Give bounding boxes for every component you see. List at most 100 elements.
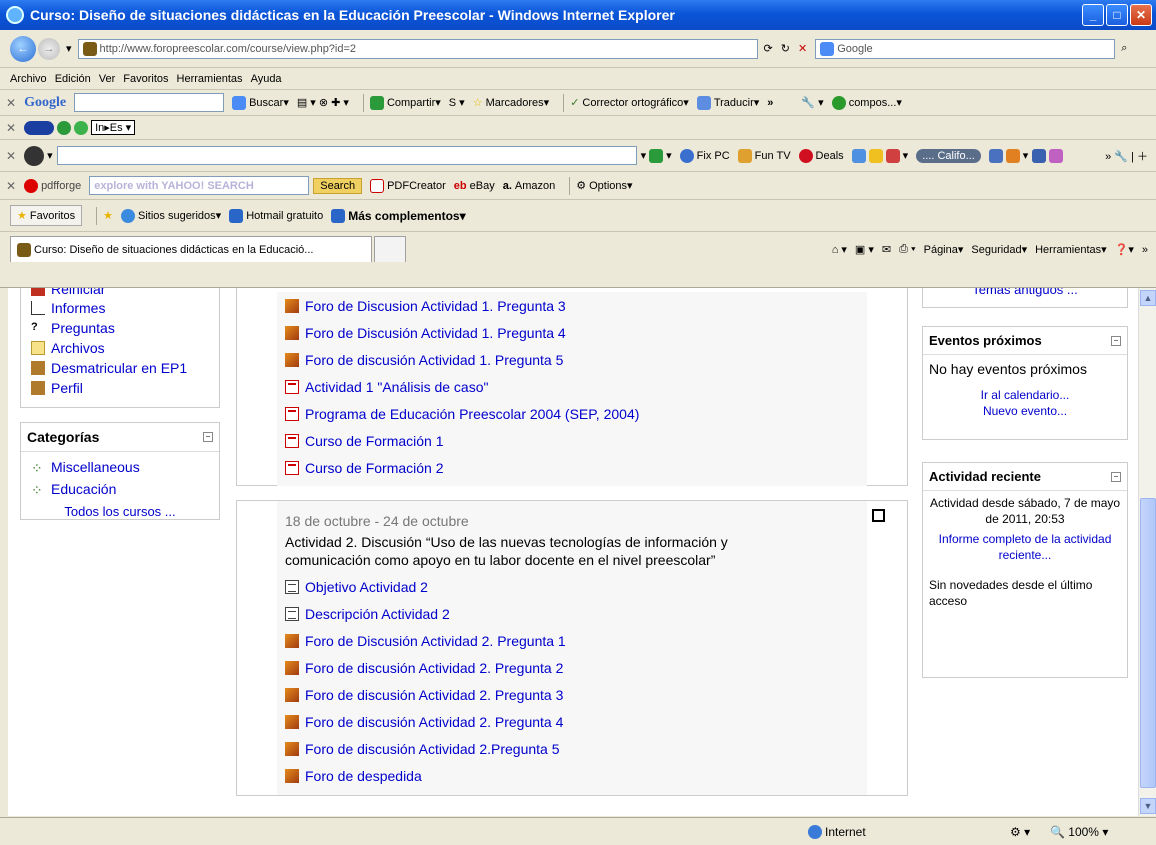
nav-dropdown-icon[interactable]: ▾ <box>66 42 72 55</box>
options-button[interactable]: ⚙ Options ▾ <box>576 179 632 193</box>
stop-icon[interactable]: ✕ <box>798 42 807 55</box>
herramientas-menu[interactable]: Herramientas ▾ <box>1035 243 1107 257</box>
hotmail-link[interactable]: Hotmail gratuito <box>229 208 323 223</box>
week1-item[interactable]: Programa de Educación Preescolar 2004 (S… <box>285 400 867 427</box>
zoom-control[interactable]: 🔍 100% ▾ <box>1050 825 1108 839</box>
compartir-button[interactable]: Compartir ▾ <box>369 95 441 110</box>
deals-button[interactable]: Deals <box>798 148 844 163</box>
scroll-up-arrow[interactable]: ▲ <box>1140 290 1156 306</box>
admin-item-perfil[interactable]: Perfil <box>21 378 219 398</box>
week1-item[interactable]: Foro de discusión Actividad 1. Pregunta … <box>285 346 867 373</box>
close-toolbar-icon[interactable]: ✕ <box>6 149 16 163</box>
highlight-checkbox[interactable] <box>872 509 885 522</box>
week2-item[interactable]: Foro de discusión Actividad 2. Pregunta … <box>285 708 859 735</box>
menu-archivo[interactable]: Archivo <box>10 73 47 85</box>
toolbar-options[interactable]: » 🔧 | ＋ <box>1105 148 1148 164</box>
week2-item[interactable]: Foro de Discusión Actividad 2. Pregunta … <box>285 627 859 654</box>
close-toolbar-icon[interactable]: ✕ <box>6 96 16 110</box>
mail-icon[interactable]: ✉ <box>882 243 891 256</box>
admin-item-informes[interactable]: Informes <box>21 298 219 318</box>
search-input[interactable]: Google <box>815 38 1116 59</box>
scroll-thumb[interactable] <box>1140 498 1156 788</box>
week2-item-label[interactable]: Foro de discusión Actividad 2. Pregunta … <box>305 687 563 703</box>
more-chevron[interactable]: » <box>767 97 773 109</box>
forward-button[interactable]: → <box>38 37 60 60</box>
collapse-icon[interactable]: − <box>1111 335 1121 346</box>
category-educacion[interactable]: ⁘ Educación <box>21 478 219 500</box>
admin-item-preguntas[interactable]: ? Preguntas <box>21 318 219 338</box>
week2-item[interactable]: Objetivo Actividad 2 <box>285 573 859 600</box>
app-icons[interactable]: ▾ <box>851 148 908 163</box>
go-icon[interactable]: ↻ <box>781 42 790 55</box>
protected-mode-icon[interactable]: ⚙ ▾ <box>1010 825 1030 839</box>
week1-item[interactable]: Curso de Formación 1 <box>285 427 867 454</box>
informe-completo-link[interactable]: Informe completo de la actividad recient… <box>939 532 1112 562</box>
maximize-button[interactable]: □ <box>1106 4 1128 26</box>
menu-ayuda[interactable]: Ayuda <box>251 73 282 85</box>
radio-widget[interactable]: .... Califo... <box>916 148 981 163</box>
week2-item[interactable]: Foro de discusión Actividad 2.Pregunta 5 <box>285 735 859 762</box>
week1-item-label[interactable]: Curso de Formación 1 <box>305 433 444 449</box>
week1-item-label[interactable]: Programa de Educación Preescolar 2004 (S… <box>305 406 639 422</box>
address-field[interactable]: http://www.foropreescolar.com/course/vie… <box>77 38 758 59</box>
menu-edicion[interactable]: Edición <box>55 73 91 85</box>
refresh-icon[interactable]: ⟳ <box>764 42 773 55</box>
face-icon[interactable] <box>24 145 45 166</box>
week1-item[interactable]: Foro de Discusión Actividad 1. Pregunta … <box>285 319 867 346</box>
category-miscellaneous[interactable]: ⁘ Miscellaneous <box>21 456 219 478</box>
week1-item-label[interactable]: Actividad 1 "Análisis de caso" <box>305 379 488 395</box>
yahoo-search-input[interactable]: explore with YAHOO! SEARCH <box>89 176 310 195</box>
sitios-button[interactable]: Sitios sugeridos ▾ <box>121 208 221 223</box>
media-icons[interactable]: ▾ <box>988 148 1067 163</box>
tab-current[interactable]: Curso: Diseño de situaciones didácticas … <box>10 236 372 262</box>
week1-item[interactable]: Actividad 1 "Análisis de caso" <box>285 373 867 400</box>
week2-item[interactable]: Foro de discusión Actividad 2. Pregunta … <box>285 654 859 681</box>
menu-favoritos[interactable]: Favoritos <box>123 73 168 85</box>
favoritos-button[interactable]: ★ Favoritos <box>10 205 83 226</box>
help-icon[interactable]: ❓▾ <box>1115 243 1134 256</box>
toolbar-search-input[interactable] <box>56 146 637 165</box>
marcadores-button[interactable]: ☆ Marcadores ▾ <box>473 96 549 110</box>
buscar-button[interactable]: Buscar ▾ <box>232 95 289 110</box>
seguridad-menu[interactable]: Seguridad ▾ <box>971 243 1027 257</box>
week1-item-label[interactable]: Foro de Discusión Actividad 1. Pregunta … <box>305 325 566 341</box>
week2-item-label[interactable]: Foro de Discusión Actividad 2. Pregunta … <box>305 633 566 649</box>
calendario-link[interactable]: Ir al calendario... <box>923 387 1127 403</box>
search-go-icon[interactable]: ⌕ <box>1121 42 1127 55</box>
s-button[interactable]: S ▾ <box>449 96 465 109</box>
week2-item-label[interactable]: Foro de despedida <box>305 768 422 784</box>
amazon-button[interactable]: a. Amazon <box>503 180 556 192</box>
temas-antiguos-link[interactable]: Temas antiguos ... <box>972 288 1078 297</box>
ebay-button[interactable]: eb eBay <box>454 180 495 192</box>
go-buttons[interactable]: ▾ ▾ <box>641 148 672 163</box>
pdfcreator-button[interactable]: PDFCreator <box>370 178 446 193</box>
week1-item[interactable]: Curso de Formación 2 <box>285 454 867 481</box>
week2-item-label[interactable]: Foro de discusión Actividad 2.Pregunta 5 <box>305 741 560 757</box>
traducir-button[interactable]: Traducir ▾ <box>696 95 759 110</box>
collapse-icon[interactable]: − <box>203 432 213 442</box>
week2-item[interactable]: Descripción Actividad 2 <box>285 600 859 627</box>
add-favorite-icon[interactable]: ★ <box>103 209 113 222</box>
mas-complementos-link[interactable]: Más complementos ▾ <box>331 208 466 223</box>
nuevo-evento-link[interactable]: Nuevo evento... <box>923 403 1127 419</box>
close-toolbar-icon[interactable]: ✕ <box>6 179 16 193</box>
week2-item-label[interactable]: Descripción Actividad 2 <box>305 606 450 622</box>
todos-cursos-link[interactable]: Todos los cursos ... <box>64 504 175 519</box>
home-icon[interactable]: ⌂ ▾ <box>832 243 847 256</box>
admin-item-desmatricular[interactable]: Desmatricular en EP1 <box>21 358 219 378</box>
close-toolbar-icon[interactable]: ✕ <box>6 121 16 135</box>
week2-item[interactable]: Foro de despedida <box>285 762 859 789</box>
collapse-icon[interactable]: − <box>1111 471 1121 482</box>
minimize-button[interactable]: _ <box>1082 4 1104 26</box>
pagina-menu[interactable]: Página ▾ <box>924 243 964 257</box>
lec-logo[interactable]: In▸Es ▾ <box>24 120 136 135</box>
admin-item-reiniciar[interactable]: Reiniciar <box>21 288 219 298</box>
close-button[interactable]: ✕ <box>1130 4 1152 26</box>
tools-icons[interactable]: ▤ ▾ ⊗ ✚ ▾ <box>297 96 349 109</box>
corrector-button[interactable]: ✓ Corrector ortográfico ▾ <box>570 96 689 110</box>
yahoo-search-button[interactable]: Search <box>313 177 363 194</box>
fun-tv-button[interactable]: Fun TV <box>737 148 791 163</box>
overflow-chevron[interactable]: » <box>1142 244 1148 256</box>
vertical-scrollbar[interactable]: ▲ ▼ <box>1138 288 1156 816</box>
menu-herramientas[interactable]: Herramientas <box>177 73 243 85</box>
